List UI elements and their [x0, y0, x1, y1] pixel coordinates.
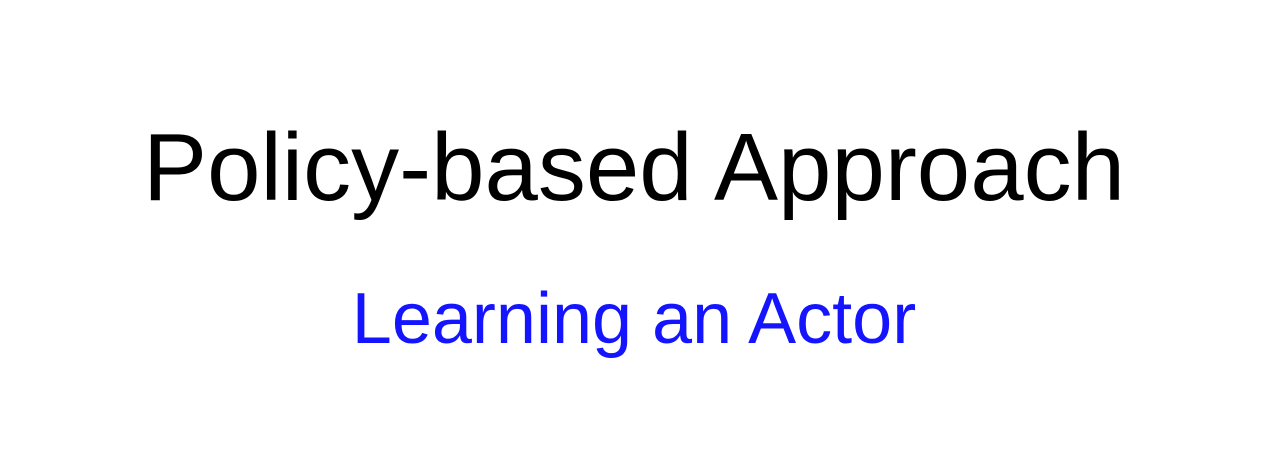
slide-subtitle: Learning an Actor — [351, 279, 917, 359]
slide: Policy-based Approach Learning an Actor — [0, 0, 1268, 456]
slide-title: Policy-based Approach — [143, 114, 1125, 221]
